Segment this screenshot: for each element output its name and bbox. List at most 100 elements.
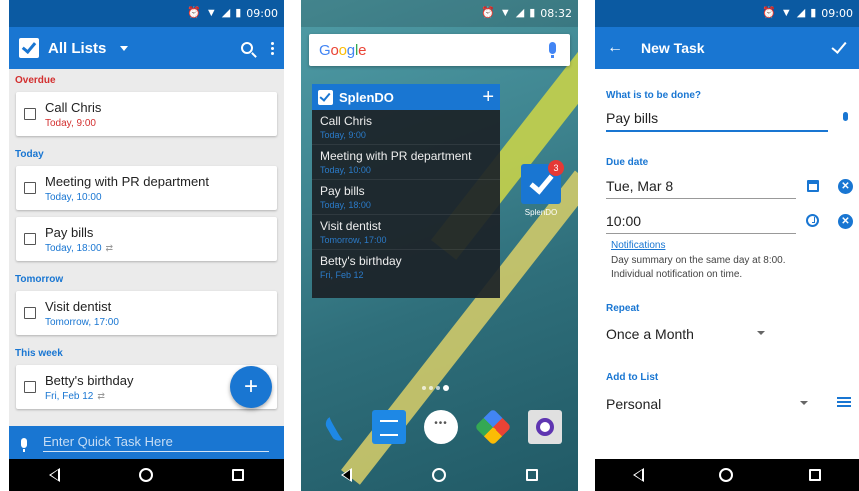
back-icon[interactable] [632, 468, 644, 482]
task-name: Call Chris [45, 99, 102, 115]
search-icon[interactable] [241, 42, 253, 54]
notifications-summary: Day summary on the same day at 8:00. [611, 255, 786, 266]
widget-task-item[interactable]: Meeting with PR department Today, 10:00 [312, 145, 500, 180]
home-icon[interactable] [138, 468, 153, 482]
recents-icon[interactable] [232, 469, 245, 481]
list-selector-title[interactable]: All Lists [48, 40, 106, 57]
app-logo-check-icon [19, 38, 39, 58]
task-date: Today, 18:00 [45, 242, 102, 254]
status-bar: ⏰ ▼ ◢ ▮ 08:32 [301, 0, 578, 27]
task-checkbox[interactable] [24, 108, 36, 120]
signal-icon: ◢ [796, 7, 806, 19]
repeat-label: Repeat [606, 303, 640, 314]
mic-icon[interactable] [843, 112, 848, 121]
app-logo-check-icon [318, 89, 333, 105]
widget-task-name: Meeting with PR department [320, 149, 472, 163]
repeat-select[interactable]: Once a Month [606, 326, 694, 346]
recents-icon[interactable] [526, 469, 538, 481]
recents-icon[interactable] [809, 469, 822, 481]
clear-date-icon[interactable]: ✕ [838, 179, 853, 194]
notification-badge: 3 [548, 160, 564, 176]
back-arrow-icon[interactable]: ← [607, 39, 623, 57]
page-indicator [422, 385, 449, 391]
google-search-bar[interactable]: Google [309, 34, 570, 66]
photos-app-icon[interactable] [476, 410, 510, 444]
due-date-label: Due date [606, 157, 649, 168]
back-icon[interactable] [341, 468, 352, 482]
app-bar: All Lists [9, 27, 284, 69]
home-icon[interactable] [432, 468, 446, 482]
widget-task-item[interactable]: Call Chris Today, 9:00 [312, 110, 500, 145]
widget-task-item[interactable]: Visit dentist Tomorrow, 17:00 [312, 215, 500, 250]
status-time: 08:32 [540, 7, 572, 20]
notifications-detail: Individual notification on time. [611, 269, 743, 280]
app-drawer-icon[interactable] [424, 410, 458, 444]
due-time-field[interactable]: 10:00 [606, 213, 796, 234]
task-date: Today, 9:00 [45, 117, 96, 129]
task-checkbox[interactable] [24, 233, 36, 245]
task-name: Meeting with PR department [45, 173, 210, 189]
phone-app-icon[interactable] [320, 410, 354, 444]
section-header-today: Today [15, 149, 44, 160]
battery-icon: ▮ [529, 7, 536, 19]
task-checkbox[interactable] [24, 381, 36, 393]
list-select[interactable]: Personal [606, 396, 661, 416]
task-name: Visit dentist [45, 298, 112, 314]
task-checkbox[interactable] [24, 182, 36, 194]
app-bar: ← New Task [595, 27, 859, 69]
back-icon[interactable] [48, 468, 60, 482]
splendo-widget: SplenDO + Call Chris Today, 9:00 Meeting… [312, 84, 500, 298]
chevron-down-icon[interactable] [757, 331, 765, 335]
task-row[interactable]: Visit dentist Tomorrow, 17:00 [16, 291, 277, 335]
chevron-down-icon[interactable] [800, 401, 808, 405]
calendar-icon[interactable] [807, 180, 819, 192]
mic-icon[interactable] [549, 42, 556, 58]
clock-icon[interactable] [806, 214, 819, 227]
repeat-icon: ⇄ [97, 390, 105, 401]
clear-time-icon[interactable]: ✕ [838, 214, 853, 229]
nav-bar [595, 459, 859, 491]
messages-app-icon[interactable] [372, 410, 406, 444]
widget-title[interactable]: SplenDO [339, 90, 482, 105]
phone-home-widget: ⏰ ▼ ◢ ▮ 08:32 Google SplenDO + Call Chri… [301, 0, 578, 491]
widget-task-date: Today, 10:00 [320, 165, 371, 175]
app-icon-label: SplenDO [524, 208, 558, 217]
task-row[interactable]: Pay bills Today, 18:00 ⇄ [16, 217, 277, 261]
widget-task-name: Call Chris [320, 114, 373, 128]
notifications-link[interactable]: Notifications [611, 240, 665, 251]
task-name-input[interactable]: Pay bills [606, 110, 828, 132]
page-title: New Task [641, 40, 705, 56]
what-label: What is to be done? [606, 90, 701, 101]
section-header-this-week: This week [15, 348, 63, 359]
mic-icon[interactable] [21, 437, 27, 452]
chevron-down-icon[interactable] [120, 45, 129, 51]
widget-task-item[interactable]: Pay bills Today, 18:00 [312, 180, 500, 215]
task-name: Betty's birthday [45, 372, 134, 388]
wifi-icon: ▼ [205, 7, 217, 19]
widget-task-date: Today, 18:00 [320, 200, 371, 210]
nav-bar [9, 459, 284, 491]
camera-app-icon[interactable] [528, 410, 562, 444]
list-icon[interactable] [837, 397, 851, 408]
widget-add-button[interactable]: + [482, 87, 494, 107]
status-time: 09:00 [821, 7, 853, 20]
alarm-icon: ⏰ [481, 7, 495, 19]
task-row[interactable]: Meeting with PR department Today, 10:00 [16, 166, 277, 210]
more-vert-icon[interactable] [271, 41, 274, 55]
home-icon[interactable] [719, 468, 734, 482]
task-date: Fri, Feb 12 [45, 390, 94, 402]
phone-all-lists: ⏰ ▼ ◢ ▮ 09:00 All Lists Overdue Call Chr… [9, 0, 284, 491]
widget-task-item[interactable]: Betty's birthday Fri, Feb 12 [312, 250, 500, 285]
list-label: Add to List [606, 372, 659, 383]
due-date-field[interactable]: Tue, Mar 8 [606, 178, 796, 199]
battery-icon: ▮ [235, 7, 242, 19]
widget-task-date: Tomorrow, 17:00 [320, 235, 387, 245]
wifi-icon: ▼ [780, 7, 792, 19]
alarm-icon: ⏰ [187, 7, 201, 19]
status-bar: ⏰ ▼ ◢ ▮ 09:00 [9, 0, 284, 27]
task-row[interactable]: Call Chris Today, 9:00 [16, 92, 277, 136]
quick-task-input[interactable]: Enter Quick Task Here [43, 434, 269, 452]
task-checkbox[interactable] [24, 307, 36, 319]
add-task-fab[interactable]: + [230, 366, 272, 408]
repeat-icon: ⇄ [105, 242, 114, 253]
